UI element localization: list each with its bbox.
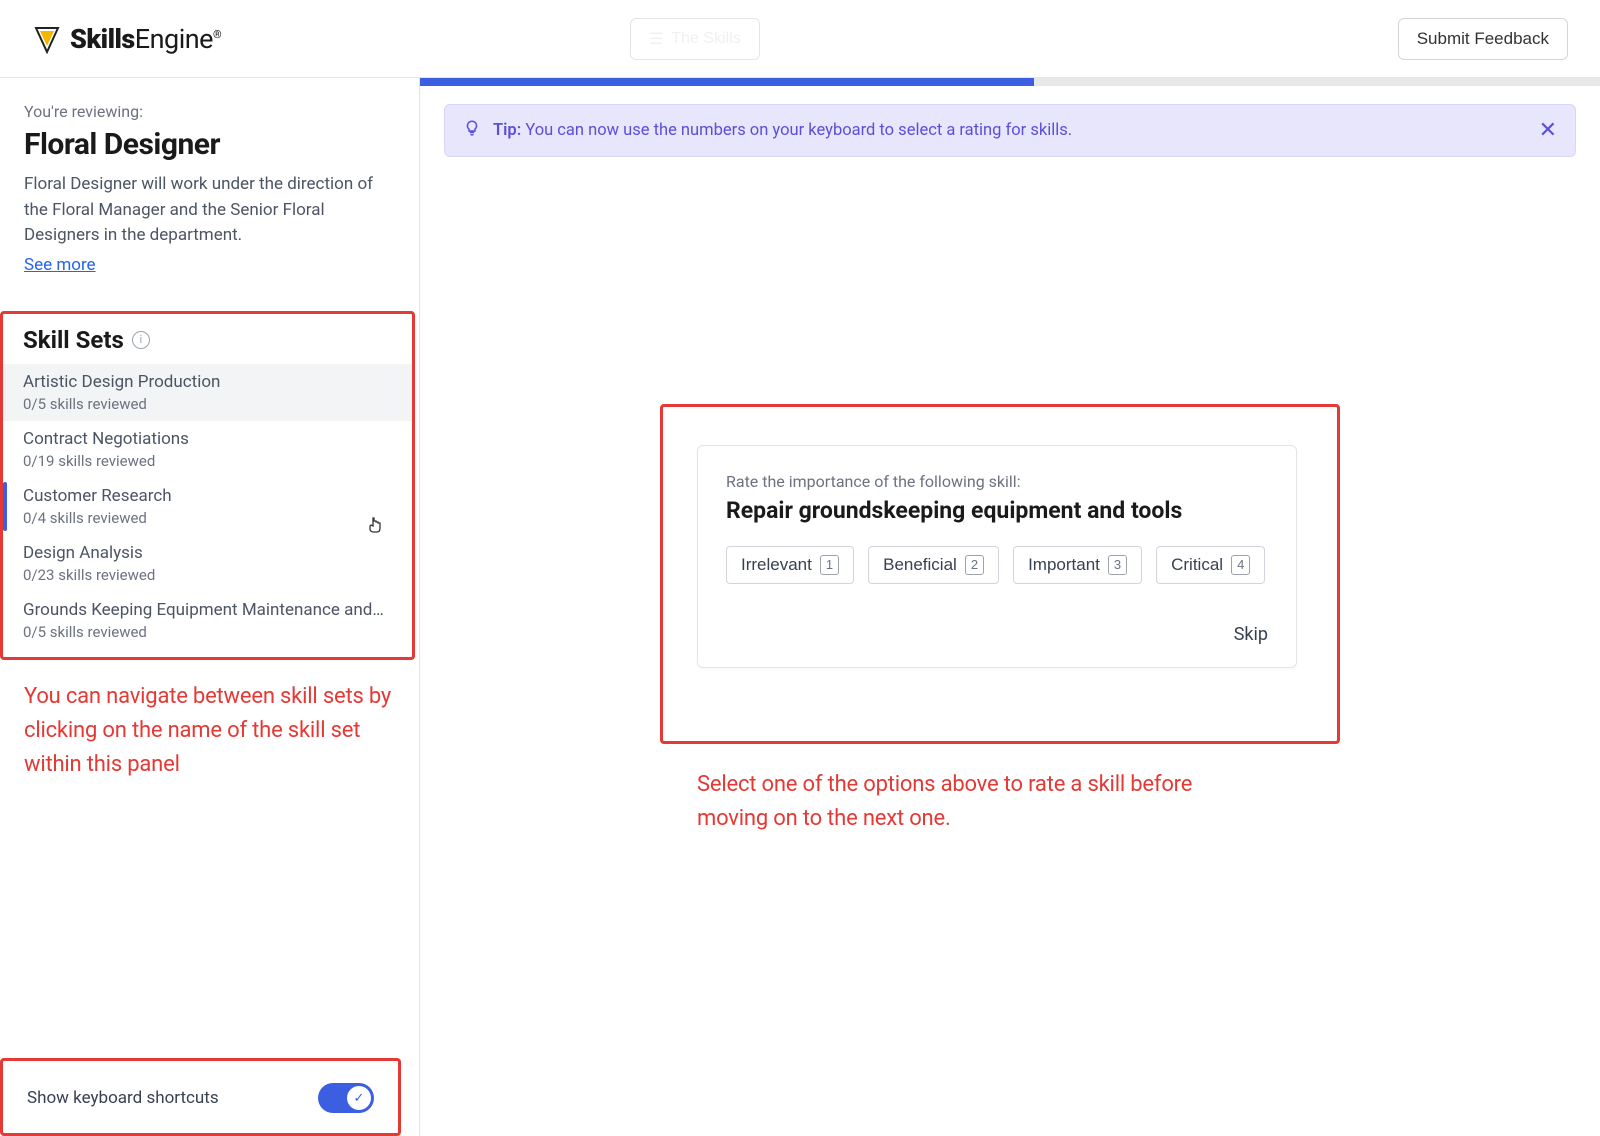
- skill-set-item-artistic[interactable]: Artistic Design Production 0/5 skills re…: [3, 364, 412, 421]
- key-hint: 4: [1231, 555, 1250, 575]
- the-skills-label: The Skills: [671, 30, 740, 48]
- rating-card: Rate the importance of the following ski…: [697, 445, 1297, 668]
- rating-important-button[interactable]: Important 3: [1013, 546, 1142, 584]
- skill-set-progress: 0/23 skills reviewed: [23, 566, 392, 584]
- tip-banner: Tip: You can now use the numbers on your…: [444, 104, 1576, 157]
- cursor-icon: [367, 516, 383, 538]
- key-hint: 1: [820, 555, 839, 575]
- progress-fill: [420, 78, 1034, 86]
- rating-beneficial-button[interactable]: Beneficial 2: [868, 546, 999, 584]
- skill-set-name: Artistic Design Production: [23, 372, 392, 392]
- sidebar: You're reviewing: Floral Designer Floral…: [0, 78, 420, 1136]
- list-icon: ☰: [649, 29, 663, 49]
- skill-name: Repair groundskeeping equipment and tool…: [726, 497, 1268, 524]
- job-title: Floral Designer: [24, 127, 395, 162]
- see-more-link[interactable]: See more: [24, 255, 395, 275]
- submit-feedback-button[interactable]: Submit Feedback: [1398, 18, 1568, 60]
- rating-irrelevant-button[interactable]: Irrelevant 1: [726, 546, 854, 584]
- lightbulb-icon: [463, 119, 481, 142]
- info-icon[interactable]: i: [132, 331, 150, 349]
- skill-set-progress: 0/5 skills reviewed: [23, 623, 392, 641]
- skill-set-name: Customer Research: [23, 486, 392, 506]
- rating-label: Important: [1028, 555, 1100, 575]
- skip-button[interactable]: Skip: [1234, 624, 1268, 645]
- skill-set-item-grounds[interactable]: Grounds Keeping Equipment Maintenance an…: [3, 592, 412, 649]
- rate-prompt: Rate the importance of the following ski…: [726, 472, 1268, 491]
- skill-set-progress: 0/4 skills reviewed: [23, 509, 392, 527]
- shortcuts-label: Show keyboard shortcuts: [27, 1088, 219, 1108]
- rating-label: Critical: [1171, 555, 1223, 575]
- skill-sets-panel: Skill Sets i Artistic Design Production …: [0, 311, 415, 660]
- app-header: SkillsEngine® ☰ The Skills Submit Feedba…: [0, 0, 1600, 78]
- logo-icon: [32, 24, 62, 54]
- skill-set-name: Grounds Keeping Equipment Maintenance an…: [23, 600, 392, 620]
- skill-sets-title: Skill Sets: [23, 326, 124, 354]
- rating-buttons: Irrelevant 1 Beneficial 2 Important 3 Cr…: [726, 546, 1268, 584]
- progress-bar: [420, 78, 1600, 86]
- annotation-main: Select one of the options above to rate …: [697, 768, 1217, 836]
- skill-set-progress: 0/19 skills reviewed: [23, 452, 392, 470]
- brand-name: SkillsEngine®: [70, 23, 221, 55]
- rating-label: Irrelevant: [741, 555, 812, 575]
- keyboard-shortcuts-panel: Show keyboard shortcuts: [0, 1058, 401, 1136]
- key-hint: 2: [965, 555, 984, 575]
- skill-set-item-contract[interactable]: Contract Negotiations 0/19 skills review…: [3, 421, 412, 478]
- skill-set-item-customer[interactable]: Customer Research 0/4 skills reviewed: [3, 478, 412, 535]
- annotation-sidebar: You can navigate between skill sets by c…: [24, 680, 395, 782]
- tip-text: You can now use the numbers on your keyb…: [525, 121, 1072, 140]
- the-skills-button[interactable]: ☰ The Skills: [630, 18, 760, 60]
- key-hint: 3: [1108, 555, 1127, 575]
- rating-annotation-outline: Rate the importance of the following ski…: [660, 404, 1340, 744]
- header-center: ☰ The Skills: [630, 18, 760, 60]
- rating-label: Beneficial: [883, 555, 957, 575]
- close-icon[interactable]: ✕: [1539, 120, 1557, 142]
- shortcuts-toggle[interactable]: [318, 1083, 374, 1113]
- skill-set-progress: 0/5 skills reviewed: [23, 395, 392, 413]
- skill-set-name: Contract Negotiations: [23, 429, 392, 449]
- rating-critical-button[interactable]: Critical 4: [1156, 546, 1265, 584]
- tip-label: Tip:: [493, 121, 521, 140]
- main-content: Tip: You can now use the numbers on your…: [420, 78, 1600, 1136]
- skill-set-name: Design Analysis: [23, 543, 392, 563]
- brand-logo: SkillsEngine®: [32, 23, 221, 55]
- skill-set-item-design[interactable]: Design Analysis 0/23 skills reviewed: [3, 535, 412, 592]
- job-description: Floral Designer will work under the dire…: [24, 172, 395, 249]
- reviewing-label: You're reviewing:: [24, 102, 395, 121]
